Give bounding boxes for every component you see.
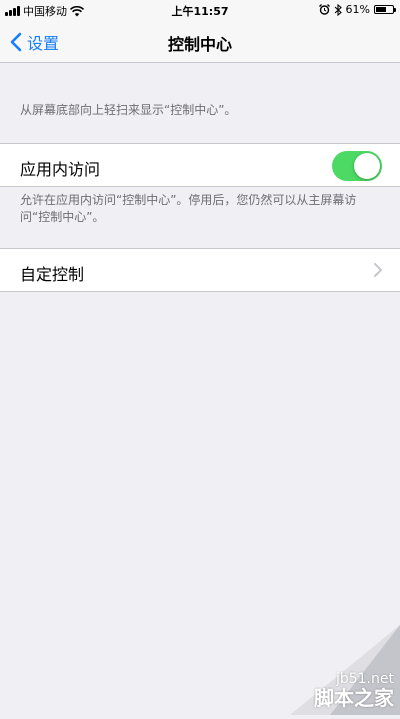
- bluetooth-icon: [334, 3, 342, 16]
- chevron-right-icon: [374, 263, 382, 277]
- access-in-apps-row: 应用内访问: [0, 143, 400, 187]
- swipe-hint: 从屏幕底部向上轻扫来显示“控制中心”。: [20, 103, 237, 117]
- toggle-knob: [354, 153, 380, 179]
- battery-icon: [374, 5, 396, 14]
- customize-controls-label: 自定控制: [20, 265, 85, 284]
- battery-percent: 61%: [345, 3, 370, 16]
- alarm-icon: [318, 4, 330, 15]
- access-footer: 允许在应用内访问“控制中心”。停用后，您仍然可以从主屏幕访问“控制中心”。: [20, 193, 357, 224]
- page-title: 控制中心: [167, 35, 232, 54]
- status-bar: 中国移动 上午11:57 61%: [0, 0, 400, 20]
- access-in-apps-label: 应用内访问: [20, 160, 101, 179]
- access-in-apps-toggle[interactable]: [332, 151, 382, 181]
- watermark: jb51.net 脚本之家: [250, 625, 400, 715]
- customize-controls-row[interactable]: 自定控制: [0, 248, 400, 292]
- navigation-bar: 设置 控制中心: [0, 20, 400, 63]
- watermark-name: 脚本之家: [314, 686, 394, 710]
- status-right: 61%: [318, 3, 396, 16]
